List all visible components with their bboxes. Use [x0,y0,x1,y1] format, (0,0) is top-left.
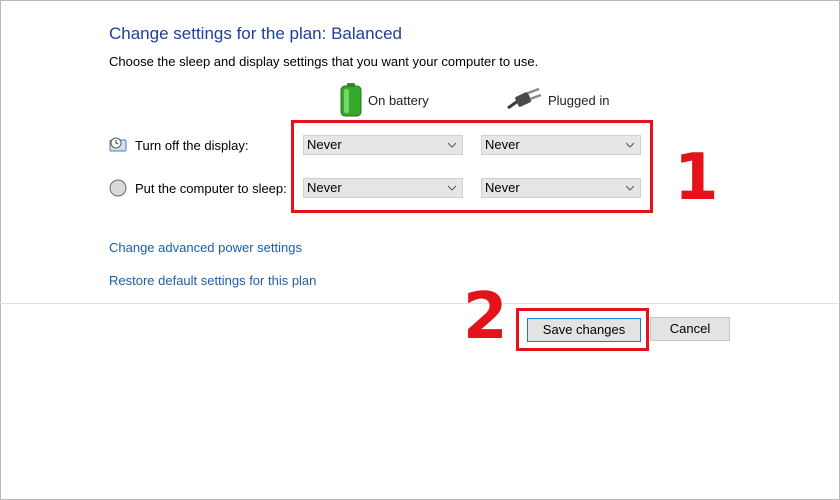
column-label-plugged-in: Plugged in [548,92,610,108]
plug-icon [507,88,542,110]
change-advanced-power-settings-link[interactable]: Change advanced power settings [109,240,302,255]
cancel-button[interactable]: Cancel [650,317,730,341]
battery-icon [340,83,362,117]
row-label-turn-off-display: Turn off the display: [135,137,249,153]
divider [0,303,838,304]
step-number-1: 1 [674,141,719,215]
column-header-plugged-in: Plugged in [506,82,609,118]
step-number-2: 2 [463,280,508,354]
row-turn-off-display: Turn off the display: [109,136,248,154]
restore-default-settings-link[interactable]: Restore default settings for this plan [109,273,316,288]
row-label-put-computer-to-sleep: Put the computer to sleep: [135,180,287,196]
column-label-on-battery: On battery [368,92,429,108]
sleep-moon-icon [109,179,127,197]
highlight-box-settings [291,120,653,213]
row-put-computer-to-sleep: Put the computer to sleep: [109,179,287,197]
page-title: Change settings for the plan: Balanced [109,24,402,43]
display-timer-icon [109,137,127,152]
page-subtitle: Choose the sleep and display settings th… [109,54,539,69]
save-changes-button[interactable]: Save changes [527,318,641,342]
column-header-on-battery: On battery [340,82,429,118]
